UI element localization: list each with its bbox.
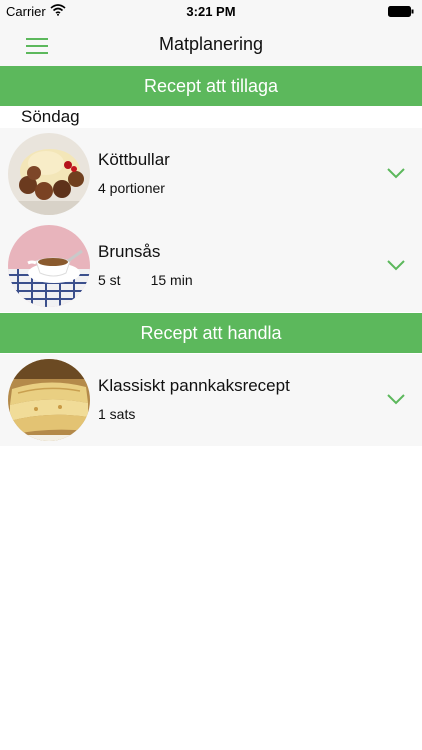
recipe-meta: 4 portioner xyxy=(98,180,165,196)
recipe-row-brunsas[interactable]: Brunsås 5 st 15 min xyxy=(0,220,422,312)
recipe-servings: 4 portioner xyxy=(98,180,165,196)
chevron-down-icon[interactable] xyxy=(386,166,406,180)
recipe-name: Klassiskt pannkaksrecept xyxy=(98,376,290,395)
chevron-down-icon[interactable] xyxy=(386,258,406,272)
recipe-name: Brunsås xyxy=(98,242,161,261)
meatballs-image xyxy=(8,133,90,215)
status-bar: Carrier 3:21 PM xyxy=(0,0,422,24)
recipe-row-pannkakor[interactable]: Klassiskt pannkaksrecept 1 sats xyxy=(0,354,422,446)
page-title: Matplanering xyxy=(158,34,264,54)
nav-bar: Matplanering xyxy=(0,24,422,66)
status-time: 3:21 PM xyxy=(186,4,236,19)
gravy-image xyxy=(8,225,90,307)
pancakes-image xyxy=(8,359,90,441)
recipe-time: 15 min xyxy=(150,272,193,288)
day-label: Söndag xyxy=(21,107,80,126)
recipe-meta: 5 st 15 min xyxy=(98,272,193,288)
recipe-meta: 1 sats xyxy=(98,406,135,422)
recipe-name: Köttbullar xyxy=(98,150,170,169)
section-header-shop: Recept att handla xyxy=(0,313,422,353)
recipe-row-kottbullar[interactable]: Köttbullar 4 portioner xyxy=(0,128,422,220)
recipe-servings: 1 sats xyxy=(98,406,136,422)
battery-icon xyxy=(388,6,414,17)
section-header-cook: Recept att tillaga xyxy=(0,66,422,106)
recipe-servings: 5 st xyxy=(98,272,121,288)
chevron-down-icon[interactable] xyxy=(386,392,406,406)
